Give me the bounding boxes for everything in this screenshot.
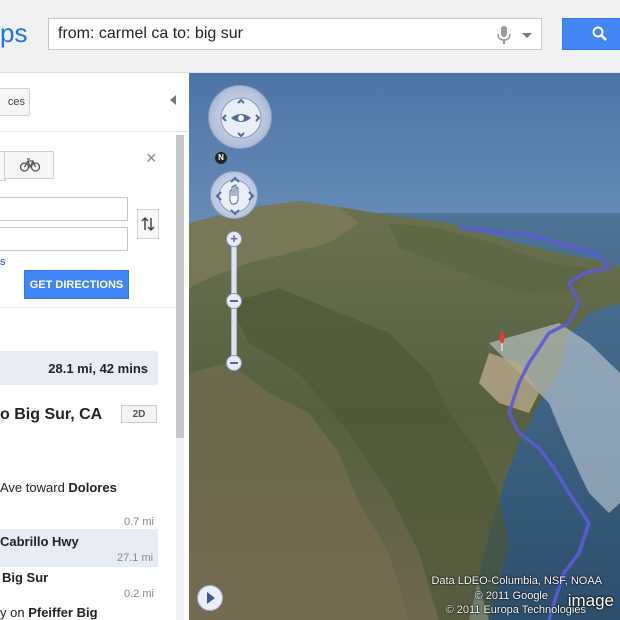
play-tour-button[interactable]	[197, 585, 223, 611]
search-input[interactable]: from: carmel ca to: big sur	[48, 18, 542, 50]
step-road: Dolores	[68, 480, 117, 495]
places-button[interactable]: ces	[0, 88, 30, 116]
panel-toolbar: ces	[0, 73, 188, 132]
play-icon	[207, 592, 215, 604]
maps-logo[interactable]: ps	[0, 18, 27, 49]
move-control[interactable]	[210, 171, 258, 219]
route-title: o Big Sur, CA	[0, 406, 103, 423]
directions-panel: ces × s GET DIRECTIONS 28.1 mi, 42 mins …	[0, 73, 188, 620]
swap-endpoints-button[interactable]	[137, 209, 159, 239]
close-directions-icon[interactable]: ×	[146, 148, 157, 169]
bicycle-icon	[20, 158, 40, 172]
step-text: Ave toward	[0, 480, 69, 495]
eye-icon	[220, 97, 262, 139]
zoom-in-icon[interactable]: +	[226, 231, 242, 247]
hand-icon	[215, 176, 255, 216]
north-indicator[interactable]: N	[215, 152, 227, 164]
direction-step[interactable]: Cabrillo Hwy	[0, 534, 79, 549]
route-distance-time: 28.1 mi, 42 mins	[48, 361, 148, 376]
zoom-slider-thumb[interactable]	[226, 293, 242, 309]
search-button[interactable]	[562, 18, 620, 50]
map-attribution: © 2011 Europa Technologies	[445, 604, 586, 616]
destination-field[interactable]	[0, 227, 128, 251]
get-directions-button[interactable]: GET DIRECTIONS	[24, 270, 129, 299]
mic-icon[interactable]	[497, 26, 511, 44]
swap-icon	[141, 216, 155, 232]
image-watermark: image	[567, 591, 614, 610]
search-query-text[interactable]: from: carmel ca to: big sur	[58, 25, 243, 43]
options-link[interactable]: s	[0, 256, 6, 268]
step-road: Pfeiffer Big	[28, 605, 98, 620]
step-distance: 0.7 mi	[124, 516, 154, 528]
step-text: y on	[0, 605, 29, 620]
direction-step[interactable]: Ave toward Dolores	[0, 480, 117, 495]
search-icon	[592, 26, 607, 41]
route-summary[interactable]: 28.1 mi, 42 mins	[0, 351, 158, 385]
dropdown-caret-icon[interactable]	[522, 33, 532, 38]
divider	[0, 307, 175, 308]
collapse-panel-icon[interactable]	[170, 95, 176, 105]
direction-step[interactable]: y on Pfeiffer Big	[0, 605, 98, 620]
step-distance: 0.2 mi	[124, 588, 154, 600]
direction-step[interactable]: Big Sur	[2, 570, 48, 585]
step-distance: 27.1 mi	[117, 552, 154, 564]
view-2d-button[interactable]: 2D	[121, 405, 157, 423]
map-attribution: Data LDEO-Columbia, NSF, NOAA	[431, 575, 602, 587]
travel-mode-bike-tab[interactable]	[4, 151, 54, 179]
earth-map-view[interactable]: N + Data LDEO-Columbia, NSF, NOAA © 2011…	[189, 73, 620, 620]
terrain-view[interactable]	[189, 73, 620, 620]
scrollbar-thumb[interactable]	[176, 135, 184, 438]
origin-field[interactable]	[0, 197, 128, 221]
top-bar: ps from: carmel ca to: big sur	[0, 0, 620, 73]
zoom-out-icon[interactable]	[226, 355, 242, 371]
map-attribution: © 2011 Google	[474, 590, 548, 602]
look-around-control[interactable]	[208, 85, 272, 149]
